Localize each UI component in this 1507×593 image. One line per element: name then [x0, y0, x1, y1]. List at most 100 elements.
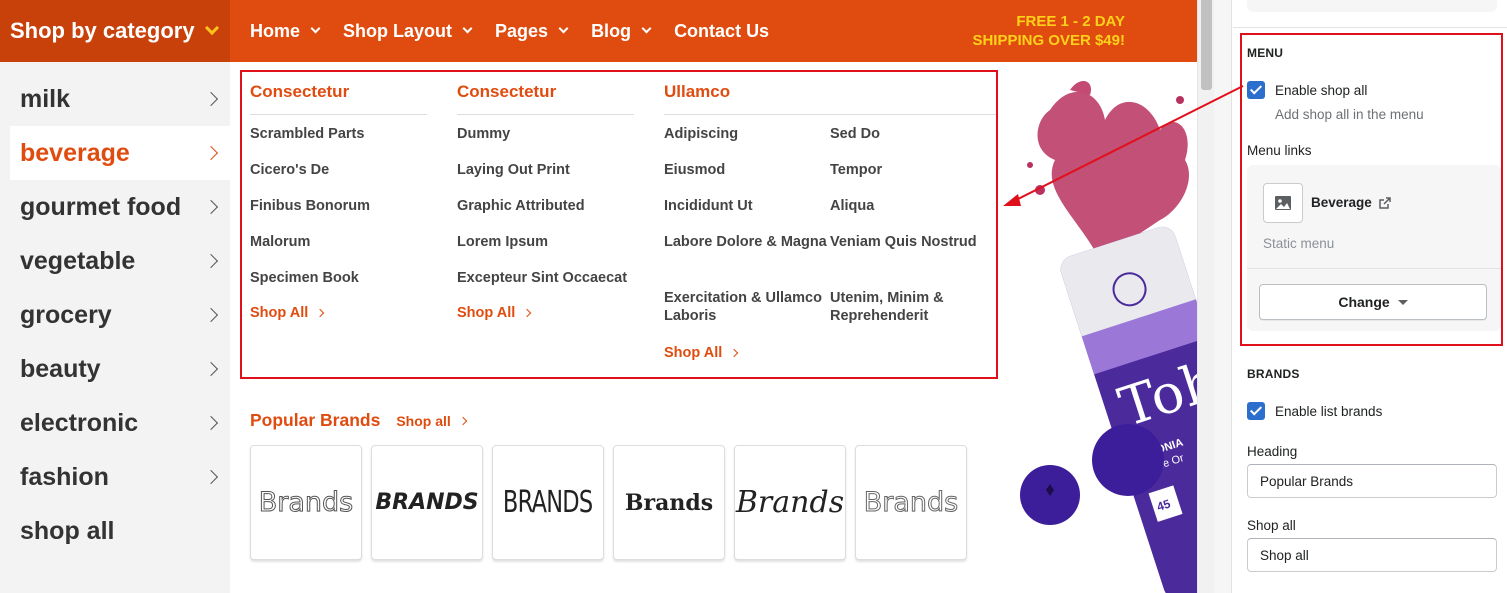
mega-column-title[interactable]: Ullamco: [664, 82, 996, 115]
mega-link[interactable]: Excepteur Sint Occaecat: [457, 269, 634, 305]
mega-column-title[interactable]: Consectetur: [457, 82, 634, 115]
mega-link[interactable]: Eiusmod: [664, 161, 830, 197]
brand-logo: Brands: [863, 487, 959, 519]
panel-gutter: [1214, 0, 1232, 593]
brands-section-title: BRANDS: [1247, 367, 1300, 381]
chevron-right-icon: [203, 145, 219, 161]
product-hero-image: Toh ARONIA The Or 45 12 FL: [1010, 70, 1197, 593]
heading-label: Heading: [1247, 444, 1298, 459]
brand-card[interactable]: Brands: [855, 445, 967, 560]
popular-brands-title: Popular Brands: [250, 410, 381, 430]
mega-link[interactable]: Laying Out Print: [457, 161, 634, 197]
checkbox-checked-icon[interactable]: [1247, 402, 1265, 420]
mega-link[interactable]: Tempor: [830, 161, 980, 197]
shop-by-category-button[interactable]: Shop by category: [0, 0, 230, 62]
mega-link[interactable]: Lorem Ipsum: [457, 233, 634, 269]
chevron-right-icon: [203, 415, 219, 431]
brand-card[interactable]: BRANDS: [492, 445, 604, 560]
brands-shop-all-link[interactable]: Shop all: [396, 412, 468, 429]
brand-card[interactable]: BRANDS: [371, 445, 483, 560]
nav-label: Pages: [495, 20, 549, 41]
nav-item-home[interactable]: Home: [250, 21, 321, 42]
category-label: shop all: [20, 516, 115, 545]
brand-logo: BRANDS: [375, 490, 479, 515]
mega-link[interactable]: Utenim, Minim & Reprehenderit: [830, 289, 980, 345]
chevron-right-icon: [203, 91, 219, 107]
category-item-gourmet-food[interactable]: gourmet food: [10, 180, 230, 234]
mega-link[interactable]: Sed Do: [830, 125, 980, 161]
chevron-down-icon: [462, 23, 473, 34]
enable-list-brands-checkbox[interactable]: Enable list brands: [1247, 402, 1382, 420]
mega-subcolumn-a: Adipiscing Eiusmod Incididunt Ut Labore …: [664, 125, 830, 345]
brand-logo: Brands: [258, 487, 354, 519]
category-item-beverage[interactable]: beverage: [10, 126, 230, 180]
mega-link[interactable]: Graphic Attributed: [457, 197, 634, 233]
brand-card[interactable]: Brands: [613, 445, 725, 560]
mega-link[interactable]: Incididunt Ut: [664, 197, 830, 233]
nav-item-blog[interactable]: Blog: [591, 20, 652, 42]
mega-link[interactable]: Dummy: [457, 125, 634, 161]
mega-column-2: Consectetur Dummy Laying Out Print Graph…: [457, 82, 634, 321]
shop-all-link[interactable]: Shop All: [250, 305, 427, 321]
mega-column-3: Ullamco Adipiscing Eiusmod Incididunt Ut…: [664, 82, 996, 361]
shop-all-input[interactable]: [1247, 538, 1497, 572]
nav-item-contact-us[interactable]: Contact Us: [674, 21, 769, 42]
mega-link[interactable]: Specimen Book: [250, 269, 427, 305]
preview-scrollbar[interactable]: [1197, 0, 1214, 593]
brands-shop-all-label: Shop all: [396, 412, 451, 429]
mega-link[interactable]: Labore Dolore & Magna: [664, 233, 830, 289]
mega-link[interactable]: Malorum: [250, 233, 427, 269]
category-item-shop-all[interactable]: shop all: [10, 504, 230, 558]
chevron-down-icon: [204, 20, 219, 36]
mega-link[interactable]: Finibus Bonorum: [250, 197, 427, 233]
shop-by-category-label: Shop by category: [10, 18, 195, 43]
chevron-down-icon: [558, 23, 569, 34]
shop-all-label: Shop all: [1247, 518, 1296, 533]
mega-column-title[interactable]: Consectetur: [250, 82, 427, 115]
category-label: beverage: [20, 138, 130, 167]
scrollbar-thumb[interactable]: [1201, 0, 1212, 90]
category-label: grocery: [20, 300, 112, 329]
category-item-fashion[interactable]: fashion: [10, 450, 230, 504]
chevron-right-icon: [203, 361, 219, 377]
nav-item-shop-layout[interactable]: Shop Layout: [343, 21, 473, 42]
popular-brands-header: Popular Brands Shop all: [250, 410, 468, 431]
shop-all-link[interactable]: Shop All: [457, 305, 634, 321]
brand-logo: Brands: [735, 485, 845, 520]
mega-link[interactable]: Adipiscing: [664, 125, 830, 161]
category-menu: milk beverage gourmet food vegetable gro…: [0, 62, 230, 593]
category-label: vegetable: [20, 246, 136, 275]
mega-link[interactable]: Veniam Quis Nostrud: [830, 233, 980, 289]
category-label: fashion: [20, 462, 109, 491]
shipping-promo: FREE 1 - 2 DAY SHIPPING OVER $49!: [972, 12, 1125, 50]
nav-label: Contact Us: [674, 20, 770, 41]
mega-column-1: Consectetur Scrambled Parts Cicero's De …: [250, 82, 427, 321]
category-item-milk[interactable]: milk: [10, 72, 230, 126]
chevron-right-icon: [203, 253, 219, 269]
category-item-grocery[interactable]: grocery: [10, 288, 230, 342]
brand-card[interactable]: Brands: [734, 445, 846, 560]
promo-line-1: FREE 1 - 2 DAY: [1016, 13, 1125, 30]
brand-logo: Brands: [624, 489, 714, 516]
brand-logo: BRANDS: [503, 485, 593, 520]
shop-all-link[interactable]: Shop All: [664, 345, 996, 361]
mega-link[interactable]: Exercitation & Ullamco Laboris: [664, 289, 830, 345]
category-item-beauty[interactable]: beauty: [10, 342, 230, 396]
shop-all-label: Shop All: [664, 345, 723, 361]
chevron-right-icon: [458, 416, 468, 425]
heading-input[interactable]: [1247, 464, 1497, 498]
previous-section-card: [1247, 0, 1497, 12]
nav-item-pages[interactable]: Pages: [495, 20, 569, 42]
chevron-down-icon: [641, 23, 652, 34]
mega-menu-dropdown: Consectetur Scrambled Parts Cicero's De …: [240, 70, 998, 379]
shop-all-label: Shop All: [457, 305, 516, 321]
mega-link[interactable]: Aliqua: [830, 197, 980, 233]
category-item-electronic[interactable]: electronic: [10, 396, 230, 450]
category-item-vegetable[interactable]: vegetable: [10, 234, 230, 288]
nav-label: Blog: [591, 20, 632, 41]
mega-link[interactable]: Scrambled Parts: [250, 125, 427, 161]
mega-link[interactable]: Cicero's De: [250, 161, 427, 197]
brand-card[interactable]: Brands: [250, 445, 362, 560]
category-label: beauty: [20, 354, 101, 383]
shop-all-label: Shop All: [250, 305, 309, 321]
